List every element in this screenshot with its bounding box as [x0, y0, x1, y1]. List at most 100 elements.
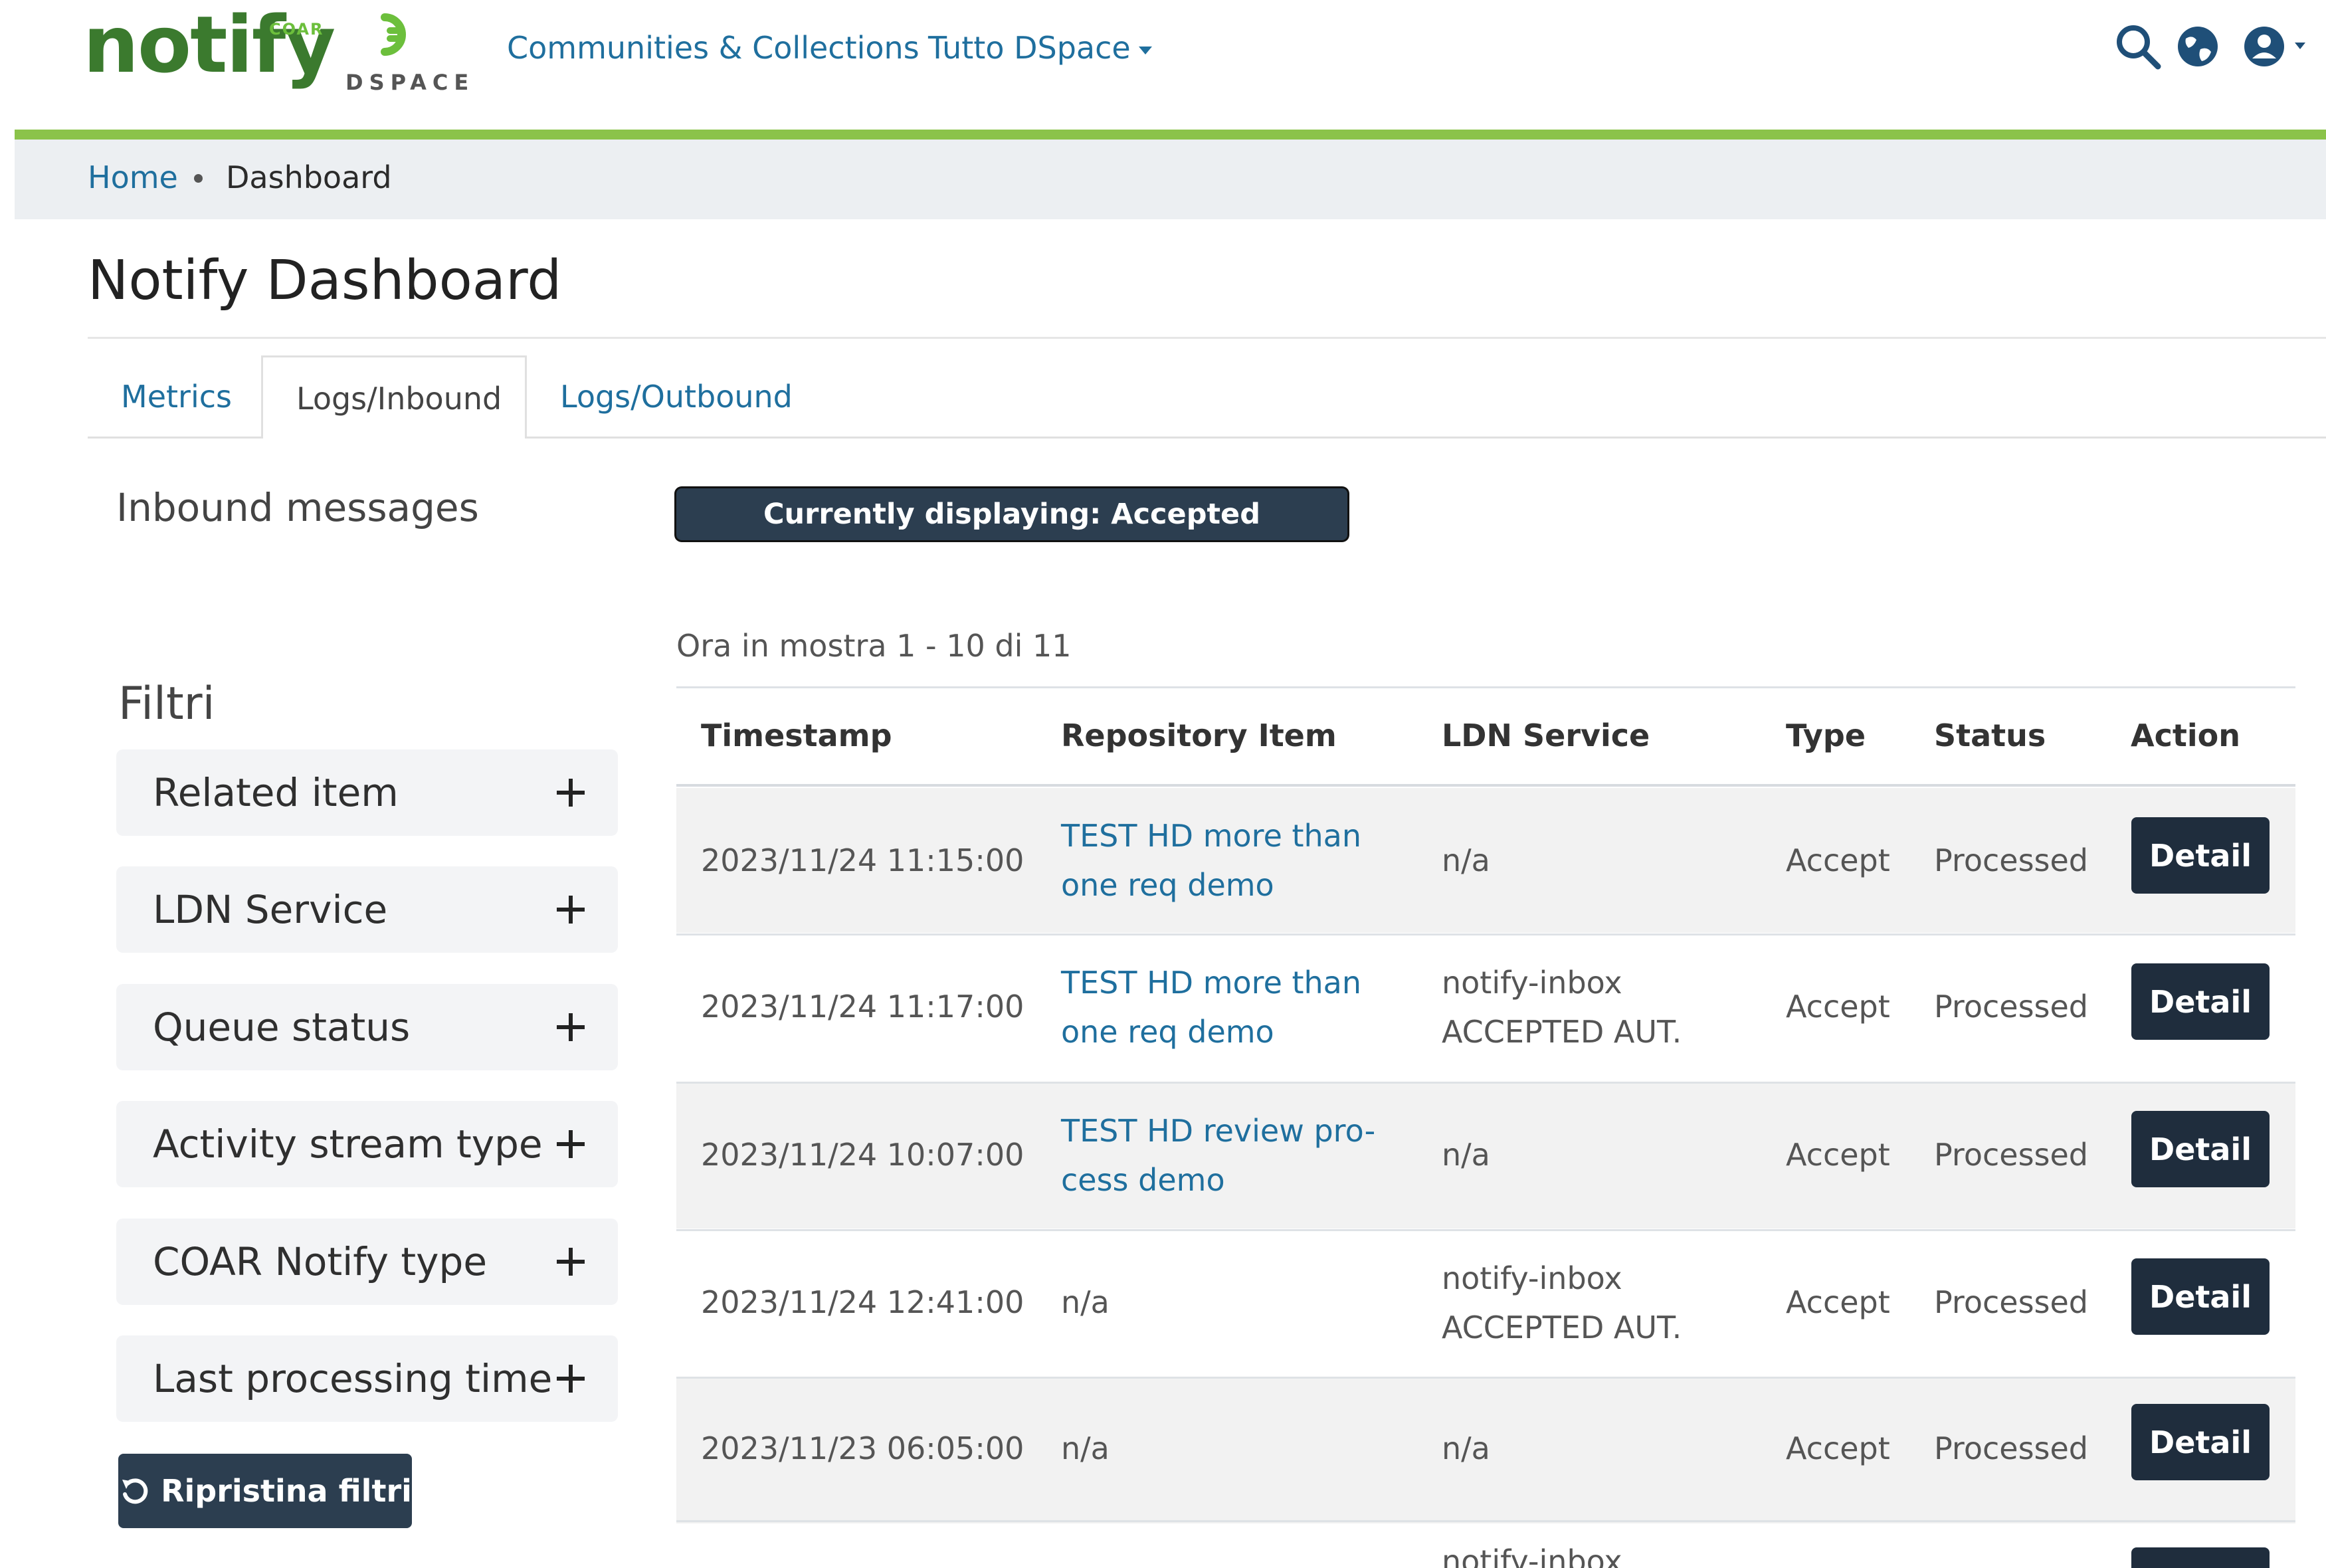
cell-type: Accept: [1786, 842, 1890, 878]
repo-line: TEST HD more than: [1061, 965, 1362, 1001]
undo-icon: [122, 1478, 148, 1504]
filter-ldn-service[interactable]: LDN Service: [116, 866, 618, 953]
repo-line: one req demo: [1061, 1014, 1274, 1050]
table-row: 2023/11/24 11:15:00 TEST HD more than on…: [676, 788, 2295, 933]
cell-timestamp: 2023/11/23 06:05:00: [701, 1430, 1024, 1466]
inbound-messages-heading: Inbound messages: [116, 485, 479, 530]
globe-icon[interactable]: [2171, 20, 2224, 73]
repo-line: n/a: [1061, 1284, 1110, 1320]
plus-icon: [557, 1248, 585, 1276]
cell-repository-item[interactable]: TEST HD review pro- cess demo: [1061, 1106, 1406, 1205]
filters-title: Filtri: [118, 678, 215, 730]
nav-tutto-dspace[interactable]: Tutto DSpace: [928, 30, 1152, 66]
cell-ldn-service: n/a: [1442, 836, 1490, 885]
breadcrumb-current: Dashboard: [226, 159, 392, 195]
detail-button[interactable]: Detail: [2131, 1111, 2270, 1187]
table-top-border: [676, 686, 2295, 688]
ldn-line: n/a: [1442, 1430, 1490, 1466]
ldn-line: notify-inbox: [1442, 965, 1622, 1001]
ldn-line: ACCEPTED AUT.: [1442, 1014, 1682, 1050]
cell-timestamp: 2023/11/24 12:41:00: [701, 1284, 1024, 1320]
breadcrumb-home[interactable]: Home: [88, 159, 178, 195]
table-row: 2023/11/24 11:17:00 TEST HD more than on…: [676, 935, 2295, 1080]
col-status: Status: [1934, 718, 2046, 753]
cell-repository-item[interactable]: TEST HD more than one req demo: [1061, 811, 1406, 910]
cell-status: Processed: [1934, 989, 2088, 1025]
pagination-summary: Ora in mostra 1 - 10 di 11: [676, 628, 1072, 664]
ldn-line: n/a: [1442, 842, 1490, 878]
filter-label: LDN Service: [153, 887, 388, 932]
cell-timestamp: 2023/11/24 11:17:00: [701, 989, 1024, 1025]
chevron-down-icon: [1138, 46, 1152, 54]
table-row: 2023/11/24 10:07:00 TEST HD review pro- …: [676, 1084, 2295, 1228]
cell-repository-item[interactable]: TEST HD more than one req demo: [1061, 958, 1406, 1056]
cell-type: Accept: [1786, 1284, 1890, 1320]
nav-tutto-dspace-label: Tutto DSpace: [928, 30, 1131, 66]
page-title: Notify Dashboard: [88, 249, 562, 312]
filter-related-item[interactable]: Related item: [116, 749, 618, 836]
user-icon[interactable]: [2238, 20, 2311, 73]
col-action: Action: [2131, 718, 2240, 753]
col-ldn-service: LDN Service: [1442, 718, 1650, 753]
title-divider: [88, 337, 2326, 339]
col-type: Type: [1786, 718, 1866, 753]
plus-icon: [557, 779, 585, 807]
nav-communities-collections[interactable]: Communities & Collections: [507, 30, 920, 66]
col-timestamp: Timestamp: [701, 718, 892, 753]
logo-coar: COAR: [269, 20, 324, 39]
ldn-line: ACCEPTED AUT.: [1442, 1310, 1682, 1345]
plus-icon: [557, 896, 585, 924]
filter-label: Related item: [153, 770, 399, 815]
table-row: notify-inbox: [676, 1522, 2295, 1568]
detail-button[interactable]: Detail: [2131, 1404, 2270, 1480]
detail-button[interactable]: [2131, 1547, 2270, 1568]
cell-timestamp: 2023/11/24 11:15:00: [701, 842, 1024, 878]
cell-ldn-service: notify-inbox: [1442, 1543, 1622, 1568]
filter-label: Queue status: [153, 1005, 411, 1050]
ldn-line: notify-inbox: [1442, 1260, 1622, 1296]
reset-filters-button[interactable]: Ripristina filtri: [118, 1454, 412, 1528]
table-row: 2023/11/24 12:41:00 n/a notify-inbox ACC…: [676, 1231, 2295, 1376]
logo-text: notify: [83, 0, 336, 90]
active-filter-badge[interactable]: Currently displaying: Accepted notificat…: [676, 488, 1347, 583]
dspace-logo-icon: [381, 13, 406, 56]
repo-line: one req demo: [1061, 867, 1274, 903]
search-icon[interactable]: [2111, 20, 2165, 73]
cell-ldn-service: n/a: [1442, 1130, 1490, 1179]
filter-label: COAR Notify type: [153, 1239, 487, 1284]
plus-icon: [557, 1013, 585, 1041]
plus-icon: [557, 1130, 585, 1158]
repo-line: TEST HD review pro-: [1061, 1113, 1376, 1149]
cell-ldn-service: notify-inbox ACCEPTED AUT.: [1442, 1254, 1682, 1352]
col-repository-item: Repository Item: [1061, 718, 1337, 753]
ldn-line: n/a: [1442, 1137, 1490, 1173]
detail-button[interactable]: Detail: [2131, 963, 2270, 1040]
cell-type: Accept: [1786, 1430, 1890, 1466]
cell-status: Processed: [1934, 1137, 2088, 1173]
filter-label: Last processing time: [153, 1356, 553, 1401]
cell-status: Processed: [1934, 842, 2088, 878]
repo-line: cess demo: [1061, 1162, 1225, 1198]
cell-ldn-service: n/a: [1442, 1424, 1490, 1473]
filter-activity-stream-type[interactable]: Activity stream type: [116, 1101, 618, 1187]
filter-coar-notify-type[interactable]: COAR Notify type: [116, 1219, 618, 1305]
cell-status: Processed: [1934, 1430, 2088, 1466]
filter-queue-status[interactable]: Queue status: [116, 984, 618, 1070]
table-row: 2023/11/23 06:05:00 n/a n/a Accept Proce…: [676, 1379, 2295, 1523]
cell-ldn-service: notify-inbox ACCEPTED AUT.: [1442, 958, 1682, 1056]
tab-logs-inbound[interactable]: Logs/Inbound: [261, 355, 527, 439]
tab-logs-outbound[interactable]: Logs/Outbound: [527, 355, 826, 439]
filter-last-processing-time[interactable]: Last processing time: [116, 1335, 618, 1422]
reset-filters-label: Ripristina filtri: [161, 1473, 412, 1509]
breadcrumb-separator: [194, 174, 203, 183]
notify-logo[interactable]: notify COAR: [83, 5, 336, 105]
dspace-text: DSPACE: [345, 70, 475, 95]
repo-line: n/a: [1061, 1430, 1110, 1466]
cell-timestamp: 2023/11/24 10:07:00: [701, 1137, 1024, 1173]
tab-metrics[interactable]: Metrics: [88, 355, 265, 439]
detail-button[interactable]: Detail: [2131, 1258, 2270, 1335]
cell-repository-item: n/a: [1061, 1278, 1110, 1327]
filter-label: Activity stream type: [153, 1122, 543, 1167]
detail-button[interactable]: Detail: [2131, 817, 2270, 894]
header-accent-bar: [15, 130, 2326, 140]
